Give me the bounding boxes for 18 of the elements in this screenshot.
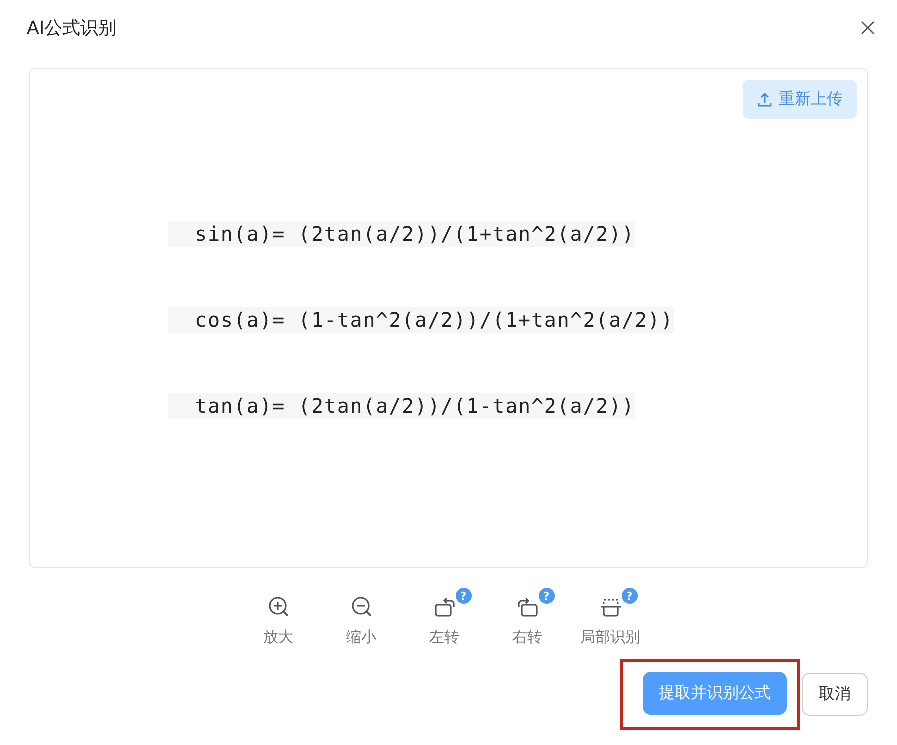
tool-label[interactable]: 左转 bbox=[430, 628, 460, 647]
upload-icon bbox=[757, 92, 773, 108]
zoom-out-icon[interactable] bbox=[350, 596, 372, 618]
tool-label[interactable]: 右转 bbox=[512, 628, 542, 647]
dialog-title: AI公式识别 bbox=[27, 17, 117, 40]
rotate-left-icon[interactable] bbox=[434, 596, 456, 618]
zoom-in-icon[interactable] bbox=[268, 596, 290, 618]
tool-label[interactable]: 放大 bbox=[264, 628, 294, 647]
rotate-right-icon[interactable] bbox=[516, 596, 538, 618]
help-badge[interactable]: ? bbox=[622, 588, 638, 604]
extract-button[interactable]: 提取并识别公式 bbox=[643, 672, 787, 715]
reupload-button[interactable]: 重新上传 bbox=[743, 80, 857, 119]
tool-label[interactable]: 局部识别 bbox=[580, 628, 640, 647]
help-badge[interactable]: ? bbox=[456, 588, 472, 604]
close-icon[interactable] bbox=[860, 20, 876, 36]
help-badge[interactable]: ? bbox=[538, 588, 554, 604]
cancel-button[interactable]: 取消 bbox=[802, 673, 868, 716]
tool-label[interactable]: 缩小 bbox=[346, 628, 376, 647]
